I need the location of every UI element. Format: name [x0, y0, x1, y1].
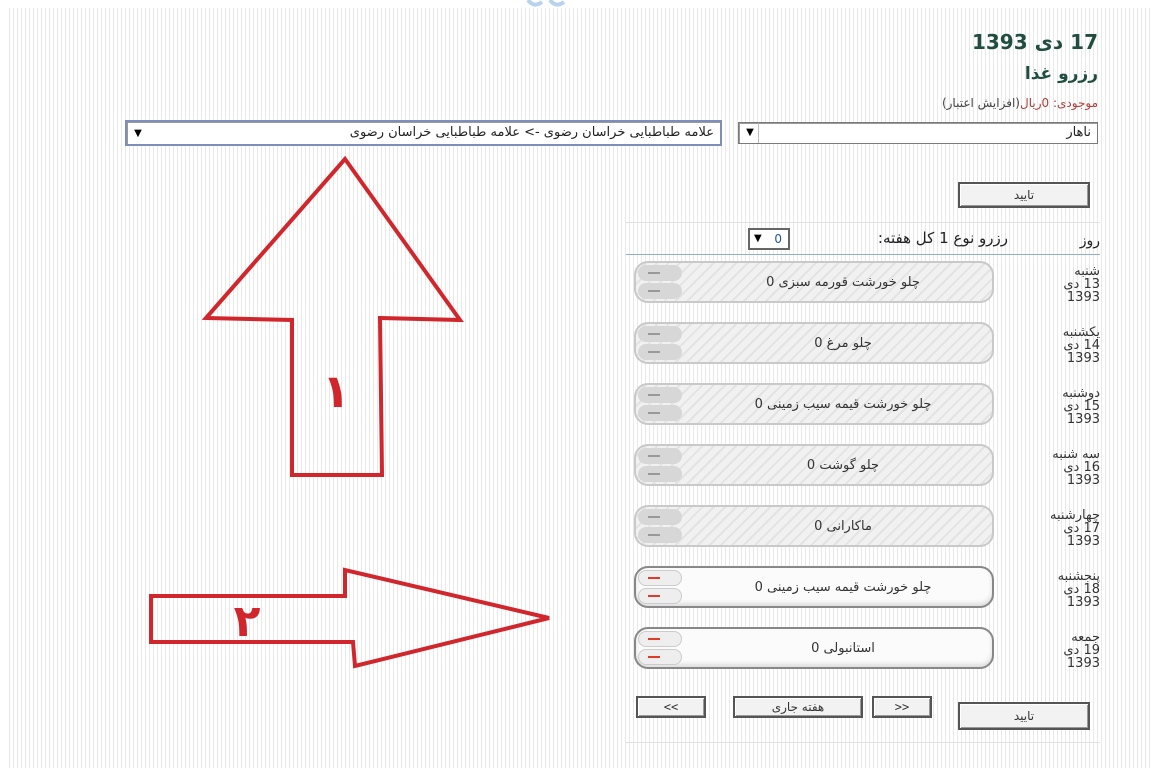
- decrease-button[interactable]: [638, 344, 682, 360]
- quantity-stepper[interactable]: [638, 509, 684, 543]
- food-reservation-item[interactable]: چلو گوشت 0: [634, 444, 994, 486]
- quantity-stepper[interactable]: [638, 387, 684, 421]
- day-date-label: جمعه 19 دی 1393: [1040, 631, 1100, 670]
- day-date-label: شنبه 13 دی 1393: [1040, 265, 1100, 304]
- balance-amount: 0ریال: [1019, 96, 1050, 110]
- food-name: چلو خورشت قورمه سبزی 0: [766, 274, 920, 290]
- dropdown-arrow-icon: ▼: [754, 233, 762, 244]
- food-name: چلو خورشت قیمه سیب زمینی 0: [754, 396, 932, 412]
- decrease-button[interactable]: [638, 527, 682, 543]
- minus-icon: [648, 656, 660, 658]
- annotation-arrow-up: ۱: [201, 155, 464, 477]
- meal-select-value: ناهار: [1066, 125, 1091, 140]
- plus-icon: [648, 333, 660, 335]
- plus-icon: [648, 272, 660, 274]
- minus-icon: [648, 351, 660, 353]
- day-year: 1393: [1066, 595, 1100, 610]
- increase-button[interactable]: [638, 631, 682, 647]
- location-select[interactable]: ▼ علامه طباطبایی خراسان رضوی -> علامه طب…: [125, 120, 722, 146]
- increase-button[interactable]: [638, 326, 682, 342]
- annotation-arrow-right: ۲: [149, 567, 550, 669]
- plus-icon: [648, 455, 660, 457]
- quantity-stepper[interactable]: [638, 265, 684, 299]
- day-date-label: دوشنبه 15 دی 1393: [1040, 387, 1100, 426]
- day-date-label: چهارشنبه 17 دی 1393: [1040, 509, 1100, 548]
- quantity-stepper[interactable]: [638, 570, 684, 604]
- increase-button[interactable]: [638, 570, 682, 586]
- day-year: 1393: [1066, 534, 1100, 549]
- food-reservation-item[interactable]: ماکارانی 0: [634, 505, 994, 547]
- food-name: چلو مرغ 0: [814, 335, 872, 351]
- day-date-label: یکشنبه 14 دی 1393: [1040, 326, 1100, 365]
- food-reservation-item[interactable]: چلو خورشت قورمه سبزی 0: [634, 261, 994, 303]
- day-year: 1393: [1066, 656, 1100, 671]
- balance-label: موجودی:: [1052, 96, 1098, 110]
- decrease-button[interactable]: [638, 466, 682, 482]
- meal-select[interactable]: ▼ ناهار: [738, 122, 1098, 144]
- week-quantity-value: 0: [774, 232, 782, 246]
- next-week-button[interactable]: <<: [636, 696, 706, 718]
- day-date-label: سه شنبه 16 دی 1393: [1040, 448, 1100, 487]
- day-column-header: روز: [1079, 233, 1100, 249]
- day-year: 1393: [1066, 351, 1100, 366]
- balance-info: موجودی: 0ریال(افزایش اعتبار): [942, 96, 1098, 110]
- day-date-label: پنجشنبه 18 دی 1393: [1040, 570, 1100, 609]
- food-reservation-item[interactable]: استانبولی 0: [634, 627, 994, 669]
- plus-icon: [648, 394, 660, 396]
- food-reservation-item[interactable]: چلو مرغ 0: [634, 322, 994, 364]
- plus-icon: [648, 516, 660, 518]
- food-reservation-item[interactable]: چلو خورشت قیمه سیب زمینی 0: [634, 383, 994, 425]
- minus-icon: [648, 595, 660, 597]
- plus-icon: [648, 577, 660, 579]
- add-credit-link[interactable]: (افزایش اعتبار): [942, 96, 1020, 110]
- increase-button[interactable]: [638, 448, 682, 464]
- minus-icon: [648, 290, 660, 292]
- decrease-button[interactable]: [638, 588, 682, 604]
- quantity-stepper[interactable]: [638, 631, 684, 665]
- dropdown-arrow-icon: ▼: [742, 123, 759, 143]
- divider: [626, 254, 1100, 255]
- day-year: 1393: [1066, 412, 1100, 427]
- increase-button[interactable]: [638, 509, 682, 525]
- prev-week-button[interactable]: >>: [872, 696, 932, 718]
- food-name: چلو خورشت قیمه سیب زمینی 0: [754, 579, 932, 595]
- divider: [626, 222, 1100, 223]
- date-title: 17 دی 1393: [971, 30, 1098, 54]
- minus-icon: [648, 412, 660, 414]
- food-name: چلو گوشت 0: [806, 457, 880, 473]
- day-year: 1393: [1066, 473, 1100, 488]
- dropdown-arrow-icon: ▼: [134, 128, 142, 139]
- food-reservation-item[interactable]: چلو خورشت قیمه سیب زمینی 0: [634, 566, 994, 608]
- minus-icon: [648, 534, 660, 536]
- plus-icon: [648, 638, 660, 640]
- minus-icon: [648, 473, 660, 475]
- confirm-button-bottom[interactable]: تایید: [958, 702, 1090, 730]
- increase-button[interactable]: [638, 387, 682, 403]
- watermark-fragment: [526, 0, 566, 7]
- confirm-button-top[interactable]: تایید: [958, 182, 1090, 208]
- food-name: استانبولی 0: [811, 640, 875, 656]
- divider: [626, 742, 1100, 743]
- quantity-stepper[interactable]: [638, 448, 684, 482]
- page-title: رزرو غذا: [1024, 64, 1098, 84]
- location-select-value: علامه طباطبایی خراسان رضوی -> علامه طباط…: [349, 125, 714, 140]
- current-week-button[interactable]: هفته جاری: [733, 696, 863, 718]
- annotation-number-one: ۱: [322, 364, 350, 418]
- annotation-number-two: ۲: [234, 596, 261, 647]
- quantity-stepper[interactable]: [638, 326, 684, 360]
- decrease-button[interactable]: [638, 283, 682, 299]
- decrease-button[interactable]: [638, 649, 682, 665]
- week-quantity-select[interactable]: ▼ 0: [748, 228, 790, 250]
- decrease-button[interactable]: [638, 405, 682, 421]
- day-year: 1393: [1066, 290, 1100, 305]
- increase-button[interactable]: [638, 265, 682, 281]
- week-reserve-label: رزرو نوع 1 کل هفته:: [877, 229, 1008, 247]
- food-name: ماکارانی 0: [814, 518, 872, 534]
